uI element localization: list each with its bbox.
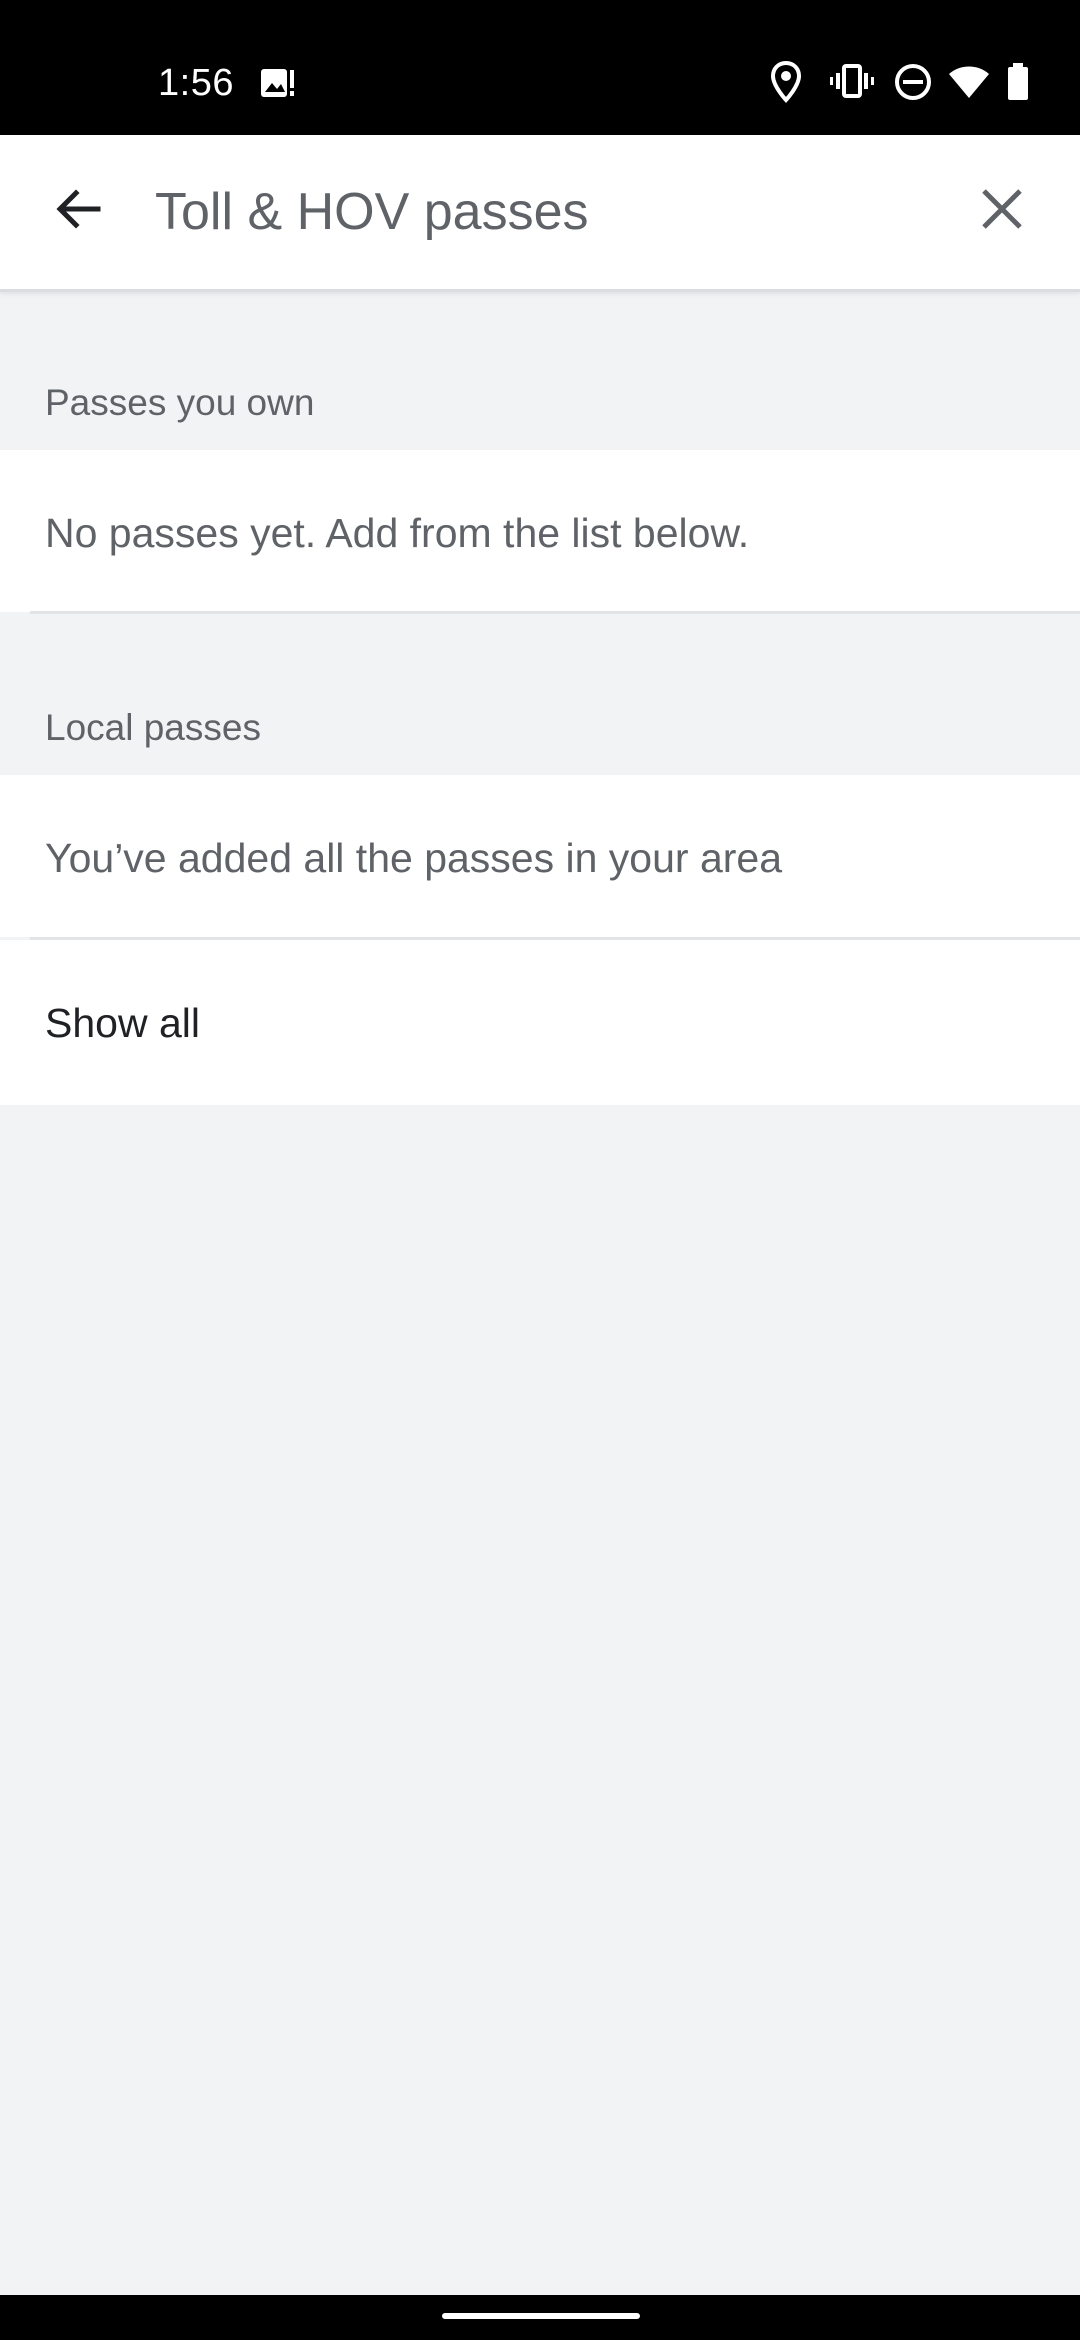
owned-passes-empty-message: No passes yet. Add from the list below. [45, 510, 750, 556]
local-passes-message: You’ve added all the passes in your area [45, 835, 782, 881]
section-header-local-passes: Local passes [45, 707, 261, 748]
status-time: 1:56 [158, 62, 234, 104]
location-icon [768, 60, 804, 104]
app-bar: Toll & HOV passes [0, 135, 1080, 292]
arrow-back-icon [52, 183, 104, 240]
close-button[interactable] [960, 169, 1044, 253]
vibrate-icon [830, 60, 874, 104]
home-handle[interactable] [442, 2313, 640, 2319]
divider [30, 611, 1080, 614]
show-all-label: Show all [45, 1000, 200, 1046]
show-all-button[interactable]: Show all [0, 940, 1080, 1105]
status-bar: 1:56 [0, 0, 1080, 135]
gesture-nav-bar [0, 2295, 1080, 2340]
back-button[interactable] [36, 169, 120, 253]
owned-passes-empty-row: No passes yet. Add from the list below. [0, 450, 1080, 612]
page-title: Toll & HOV passes [155, 183, 589, 241]
wifi-icon [948, 60, 990, 104]
section-header-owned-passes: Passes you own [45, 382, 315, 423]
do-not-disturb-icon [893, 60, 933, 104]
image-notification-icon [258, 64, 298, 108]
local-passes-message-row: You’ve added all the passes in your area [0, 775, 1080, 937]
close-icon [978, 185, 1026, 238]
battery-icon [1004, 60, 1032, 104]
